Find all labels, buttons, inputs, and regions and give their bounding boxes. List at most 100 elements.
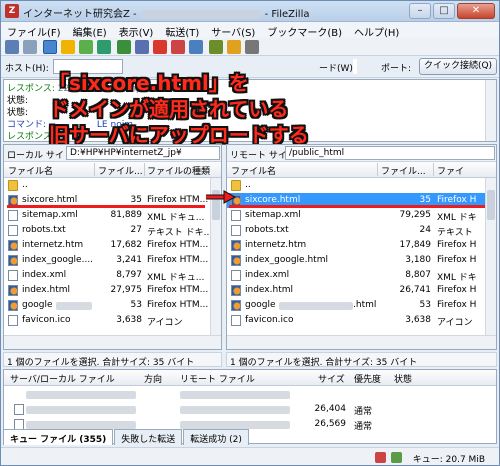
firefox-file-icon (231, 300, 241, 311)
remote-hscrollbar[interactable] (227, 335, 496, 349)
remote-path-input[interactable]: /public_html (285, 146, 495, 160)
maximize-button[interactable]: □ (433, 3, 455, 19)
local-row[interactable]: index_google.... 3,241 Firefox HTM... (4, 253, 221, 268)
blurred-filename (279, 302, 353, 310)
remote-header: ファイル名 ファイル... ファイ (227, 162, 496, 178)
annotation-line-1: 「sixcore.html」を (49, 71, 249, 95)
local-row[interactable]: favicon.ico 3,638 アイコン (4, 313, 221, 328)
local-pane: ローカル サイト: D:¥HP¥HP¥internetZ_jp¥ ファイル名 フ… (3, 144, 222, 350)
menu-file[interactable]: ファイル(F) (1, 22, 67, 39)
transfer-indicator-icon (391, 452, 402, 463)
remote-row[interactable]: google .html 53 Firefox H (227, 298, 496, 313)
remote-vscrollbar[interactable] (485, 178, 496, 335)
local-row[interactable]: robots.txt 27 テキスト ドキ... (4, 223, 221, 238)
menu-bar: ファイル(F) 編集(E) 表示(V) 転送(T) サーバ(S) ブックマーク(… (1, 22, 499, 39)
queue-row[interactable]: 26,404 通常 (4, 402, 496, 417)
tab-failed-transfers[interactable]: 失敗した転送 (114, 429, 183, 445)
filter-icon[interactable] (209, 40, 223, 54)
tab-queued-files[interactable]: キュー ファイル (355) (3, 429, 114, 445)
queue-col-size[interactable]: サイズ (318, 372, 345, 385)
queue-row[interactable] (4, 387, 496, 402)
dropdown-icon[interactable] (23, 40, 37, 54)
local-row[interactable]: index.html 27,975 Firefox HTM... (4, 283, 221, 298)
status-bar: キュー: 20.7 MiB (1, 447, 499, 465)
toolbar (1, 38, 499, 56)
remote-row[interactable]: index.xml 8,807 XML ドキ (227, 268, 496, 283)
queue-col-remote[interactable]: リモート ファイル (180, 372, 255, 385)
process-queue-icon[interactable] (135, 40, 149, 54)
quickconnect-button[interactable]: クイック接続(Q) (419, 58, 497, 75)
remote-row[interactable]: index.html 26,741 Firefox H (227, 283, 496, 298)
menu-view[interactable]: 表示(V) (113, 22, 160, 39)
file-icon (231, 225, 241, 236)
menu-edit[interactable]: 編集(E) (67, 22, 113, 39)
remote-row[interactable]: robots.txt 24 テキスト (227, 223, 496, 238)
minimize-button[interactable]: – (409, 3, 431, 19)
local-header: ファイル名 ファイル... ファイルの種類 (4, 162, 221, 178)
local-row[interactable]: sitemap.xml 81,889 XML ドキュ... (4, 208, 221, 223)
toggle-local-tree-icon[interactable] (61, 40, 75, 54)
local-row[interactable]: index.xml 8,797 XML ドキュ... (4, 268, 221, 283)
compare-icon[interactable] (227, 40, 241, 54)
toggle-queue-icon[interactable] (97, 40, 111, 54)
log-key: レスポンス: (7, 132, 55, 142)
firefox-file-icon (231, 285, 241, 296)
tab-successful-transfers[interactable]: 転送成功 (2) (183, 429, 249, 445)
file-icon (8, 315, 18, 326)
menu-server[interactable]: サーバ(S) (205, 22, 261, 39)
remote-row[interactable]: index_google.html 3,180 Firefox H (227, 253, 496, 268)
site-manager-icon[interactable] (5, 40, 19, 54)
local-path-input[interactable]: D:¥HP¥HP¥internetZ_jp¥ (66, 146, 220, 160)
remote-row[interactable]: favicon.ico 3,638 アイコン (227, 313, 496, 328)
annotation-arrow-icon (206, 190, 236, 204)
cancel-icon[interactable] (153, 40, 167, 54)
blurred-host (140, 9, 261, 19)
reconnect-icon[interactable] (189, 40, 203, 54)
window-title-prefix: インターネット研究会Z - (23, 9, 137, 20)
local-status: 1 個のファイルを選択. 合計サイズ: 35 バイト (3, 352, 222, 368)
queue-col-priority[interactable]: 優先度 (354, 372, 381, 385)
remote-col-size[interactable]: ファイル... (381, 164, 426, 177)
remote-col-type[interactable]: ファイ (437, 164, 464, 177)
blurred-path (26, 391, 136, 399)
queue-col-direction[interactable]: 方向 (144, 372, 162, 385)
folder-icon (8, 180, 18, 191)
remote-row-parent[interactable]: .. (227, 178, 496, 193)
toggle-log-icon[interactable] (43, 40, 57, 54)
local-row-parent[interactable]: .. (4, 178, 221, 193)
queue-size: 26,569 (314, 419, 347, 429)
log-scrollbar[interactable] (485, 80, 496, 141)
menu-transfer[interactable]: 転送(T) (159, 22, 205, 39)
file-icon (231, 210, 241, 221)
local-hscrollbar[interactable] (4, 335, 221, 349)
local-col-size[interactable]: ファイル... (98, 164, 143, 177)
toggle-remote-tree-icon[interactable] (79, 40, 93, 54)
firefox-file-icon (8, 255, 18, 266)
queue-col-file[interactable]: サーバ/ローカル ファイル (10, 372, 115, 385)
password-label: ード(W): (319, 64, 356, 74)
refresh-icon[interactable] (117, 40, 131, 54)
annotation-line-2: ドメインが適用されている (49, 97, 289, 121)
file-icon (8, 210, 18, 221)
remote-row[interactable]: sitemap.xml 79,295 XML ドキ (227, 208, 496, 223)
local-col-type[interactable]: ファイルの種類 (147, 164, 210, 177)
queue-tabs: キュー ファイル (355) 失敗した転送 転送成功 (2) (3, 429, 250, 446)
menu-bookmarks[interactable]: ブックマーク(B) (261, 22, 348, 39)
local-row[interactable]: internetz.htm 17,682 Firefox HTM... (4, 238, 221, 253)
local-col-name[interactable]: ファイル名 (8, 164, 53, 177)
filezilla-app-icon: Z (5, 4, 19, 18)
file-icon (8, 270, 18, 281)
annotation-underline-remote (229, 205, 485, 208)
local-row[interactable]: google 53 Firefox HTM... (4, 298, 221, 313)
queue-col-state[interactable]: 状態 (394, 372, 412, 385)
file-icon (14, 404, 24, 415)
close-button[interactable]: ✕ (457, 3, 495, 19)
remote-row[interactable]: internetz.htm 17,849 Firefox H (227, 238, 496, 253)
firefox-file-icon (8, 240, 18, 251)
remote-col-name[interactable]: ファイル名 (231, 164, 276, 177)
file-icon (231, 270, 241, 281)
disconnect-icon[interactable] (171, 40, 185, 54)
menu-help[interactable]: ヘルプ(H) (348, 22, 405, 39)
sync-browse-icon[interactable] (245, 40, 259, 54)
remote-site-bar: リモート サイト: /public_html (227, 145, 496, 162)
